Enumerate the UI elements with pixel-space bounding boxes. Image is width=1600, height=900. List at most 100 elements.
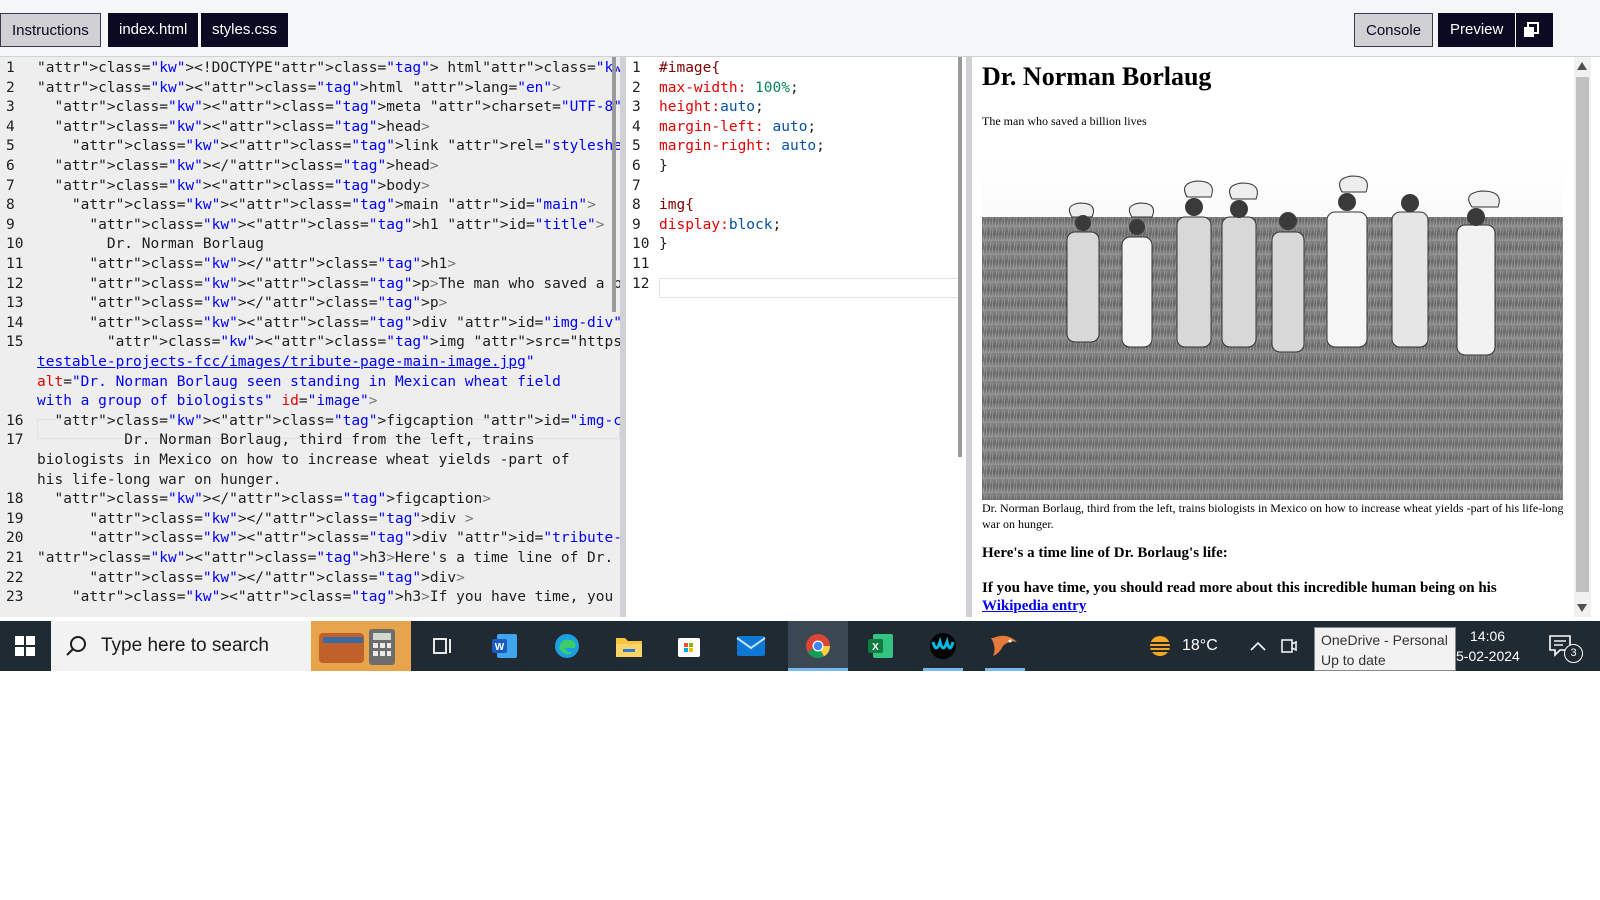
clock-date[interactable]: 5-02-2024 (1456, 648, 1520, 664)
notifications-button[interactable]: 3 (1536, 621, 1586, 671)
weather-widget[interactable] (1140, 621, 1180, 671)
preview-pane: Dr. Norman Borlaug The man who saved a b… (973, 57, 1563, 617)
line-number: 21 (6, 550, 24, 566)
store-icon (678, 638, 700, 657)
html-editor[interactable]: 1 "attr">class="kw"><!DOCTYPE"attr">class… (0, 57, 620, 617)
line-number (0, 372, 36, 392)
code-text: } (659, 236, 668, 253)
open-in-window-icon[interactable] (1523, 22, 1539, 38)
css-editor-scrollbar[interactable] (958, 57, 962, 457)
preview-timeline-heading: Here's a time line of Dr. Borlaug's life… (982, 545, 1228, 561)
app-active-indicator (985, 668, 1025, 671)
code-text: "attr">class="kw"><!DOCTYPE"attr">class=… (37, 60, 620, 76)
code-text: display:block; (659, 216, 782, 233)
preview-scroll-thumb[interactable] (1576, 77, 1589, 592)
line-number: 1 (632, 60, 641, 76)
line-number: 23 (6, 589, 24, 606)
code-text: biologists in Mexico on how to increase … (37, 452, 570, 468)
line-number: 18 (6, 491, 24, 508)
line-number (0, 391, 36, 411)
taskbar-word[interactable]: W (480, 621, 530, 671)
line-number: 6 (6, 158, 15, 174)
svg-text:W: W (495, 642, 505, 653)
code-text: "attr">class="kw"><"attr">class="tag">fi… (54, 412, 620, 429)
code-text: "attr">class="kw"><"attr">class="tag">bo… (54, 177, 430, 194)
onedrive-tooltip: OneDrive - Personal Up to date (1314, 627, 1456, 671)
taskbar-file-explorer[interactable] (604, 621, 654, 671)
line-number: 4 (632, 118, 641, 135)
code-text: "attr">class="kw"><"attr">class="tag">ma… (71, 197, 596, 214)
line-number: 15 (6, 334, 24, 351)
code-text: "attr">class="kw"></"attr">class="tag">f… (54, 491, 492, 508)
taskbar-chrome[interactable] (788, 621, 848, 671)
line-number: 12 (632, 275, 650, 292)
code-text: "attr">class="kw"></"attr">class="tag">d… (89, 510, 474, 527)
taskbar-excel[interactable]: X (856, 621, 906, 671)
preview-caption: Dr. Norman Borlaug, third from the left,… (982, 501, 1563, 531)
code-text: testable-projects-fcc/images/tribute-pag… (37, 354, 535, 370)
chrome-icon (806, 634, 830, 659)
line-number: 1 (6, 60, 15, 76)
webex-icon (930, 633, 956, 659)
preview-tab-separator (1515, 13, 1516, 47)
task-view-button[interactable] (418, 621, 468, 671)
line-number: 20 (6, 530, 24, 547)
code-text: margin-right: auto; (659, 138, 825, 155)
tab-preview-label: Preview (1450, 21, 1504, 38)
code-text: "attr">class="kw"><"attr">class="tag">ht… (37, 79, 561, 96)
search-placeholder: Type here to search (101, 635, 269, 656)
tab-index-html[interactable]: index.html (108, 13, 199, 47)
scroll-down-icon[interactable] (1577, 604, 1587, 612)
preview-scrollbar[interactable] (1574, 57, 1591, 617)
line-number: 10 (6, 236, 24, 253)
taskbar-mail[interactable] (726, 621, 776, 671)
tab-instructions[interactable]: Instructions (0, 13, 101, 47)
line-number: 10 (632, 236, 650, 253)
code-text: "attr">class="kw"><"attr">class="tag">di… (89, 530, 620, 547)
scroll-up-icon[interactable] (1577, 62, 1587, 70)
line-number: 12 (6, 275, 24, 292)
edge-icon (555, 634, 579, 658)
tab-styles-css[interactable]: styles.css (201, 13, 289, 47)
line-number: 9 (6, 216, 15, 233)
tribute-image (982, 157, 1563, 500)
code-text: max-width: 100%; (659, 79, 799, 96)
line-number: 11 (6, 256, 24, 272)
code-text: height:auto; (659, 99, 764, 116)
line-number: 7 (6, 177, 15, 194)
css-editor[interactable]: 1 #image{2 max-width: 100%; 3 height:auto; 4 m… (626, 57, 972, 617)
line-number: 3 (632, 99, 641, 116)
search-icon (66, 636, 86, 656)
line-number: 5 (6, 138, 15, 155)
code-text: "attr">class="kw"><"attr">class="tag">p>… (89, 275, 620, 292)
html-editor-scrollbar[interactable] (612, 57, 616, 312)
chevron-up-icon[interactable] (1250, 641, 1266, 651)
line-number: 9 (632, 216, 641, 233)
pane-divider[interactable] (958, 57, 972, 617)
read-more-text: If you have time, you should read more a… (982, 580, 1497, 596)
folder-icon (616, 638, 642, 657)
line-number: 8 (632, 197, 641, 214)
taskbar-webex[interactable] (918, 621, 968, 671)
code-text: Dr. Norman Borlaug (37, 236, 264, 253)
taskbar-store[interactable] (664, 621, 714, 671)
mail-icon (736, 636, 766, 656)
webex-active-indicator (923, 668, 963, 671)
start-button[interactable] (0, 621, 50, 671)
temperature: 18°C (1182, 637, 1218, 654)
taskbar-edge[interactable] (542, 621, 592, 671)
weather-sun-icon (1149, 636, 1171, 656)
code-text: "attr">class="kw"><"attr">class="tag">me… (54, 99, 620, 116)
taskbar-app[interactable] (980, 621, 1030, 671)
line-number: 2 (6, 79, 15, 96)
tab-console[interactable]: Console (1354, 13, 1434, 47)
current-line-highlight (659, 278, 959, 298)
tooltip-title: OneDrive - Personal (1321, 632, 1448, 648)
line-number: 14 (6, 314, 24, 331)
code-text: "attr">class="kw"><"attr">class="tag">li… (71, 138, 620, 155)
tooltip-status: Up to date (1321, 652, 1386, 668)
taskbar-search-box[interactable]: Type here to search (51, 621, 411, 671)
wikipedia-link[interactable]: Wikipedia entry (982, 598, 1086, 614)
clock-time[interactable]: 14:06 (1470, 628, 1505, 644)
meet-now-icon[interactable] (1281, 637, 1297, 655)
